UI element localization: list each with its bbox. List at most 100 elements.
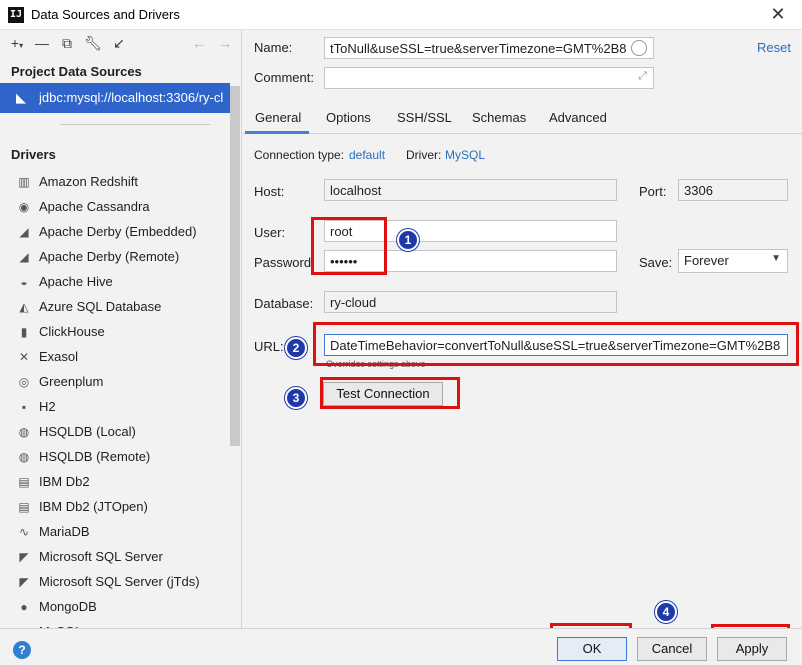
- color-picker-icon[interactable]: [631, 40, 647, 56]
- driver-item[interactable]: ∿ MariaDB: [0, 520, 230, 545]
- cancel-button[interactable]: Cancel: [637, 637, 707, 661]
- driver-label: H2: [39, 399, 56, 414]
- drivers-scrollbar[interactable]: [230, 86, 240, 446]
- data-source-label: jdbc:mysql://localhost:3306/ry-cl: [39, 90, 224, 105]
- url-label: URL:: [254, 339, 284, 354]
- driver-label: Greenplum: [39, 374, 104, 389]
- drivers-list: ▥ Amazon Redshift ◉ Apache Cassandra ◢ Apache…: [0, 170, 230, 640]
- derby-icon: ◢: [19, 225, 29, 239]
- database-field[interactable]: ry-cloud: [324, 291, 617, 313]
- apply-button[interactable]: Apply: [717, 637, 787, 661]
- tab-options[interactable]: Options: [326, 110, 371, 125]
- connection-type-link[interactable]: default: [349, 148, 385, 162]
- driver-label: Driver:: [406, 148, 442, 162]
- driver-item[interactable]: ◎ Greenplum: [0, 370, 230, 395]
- ok-button[interactable]: OK: [557, 637, 627, 661]
- connection-type-label: Connection type:: [254, 148, 345, 162]
- sqlserver-icon: ◤: [19, 550, 29, 564]
- save-select[interactable]: Forever ▼: [678, 249, 788, 273]
- driver-label: Microsoft SQL Server: [39, 549, 163, 564]
- driver-label: Azure SQL Database: [39, 299, 162, 314]
- driver-item[interactable]: ◭ Azure SQL Database: [0, 295, 230, 320]
- divider: [60, 124, 210, 125]
- add-icon[interactable]: +▾: [8, 34, 26, 52]
- driver-label: ClickHouse: [39, 324, 105, 339]
- name-label: Name:: [254, 40, 293, 55]
- redshift-icon: ▥: [18, 175, 30, 189]
- comment-label: Comment:: [254, 70, 314, 85]
- driver-label: IBM Db2: [39, 474, 90, 489]
- driver-item[interactable]: ▪ H2: [0, 395, 230, 420]
- host-field[interactable]: localhost: [324, 179, 617, 201]
- clickhouse-icon: ▮: [20, 325, 28, 339]
- db2-icon: ▤: [18, 500, 30, 514]
- forward-arrow-icon[interactable]: →: [216, 34, 234, 52]
- cassandra-icon: ◉: [18, 200, 30, 214]
- driver-item[interactable]: ◍ HSQLDB (Remote): [0, 445, 230, 470]
- remove-icon[interactable]: —: [33, 34, 51, 52]
- title-bar: IJ Data Sources and Drivers ✕: [0, 0, 802, 30]
- driver-item[interactable]: ▮ ClickHouse: [0, 320, 230, 345]
- tab-general[interactable]: General: [255, 110, 301, 125]
- driver-label: Apache Cassandra: [39, 199, 150, 214]
- tab-advanced[interactable]: Advanced: [549, 110, 607, 125]
- driver-label: MariaDB: [39, 524, 90, 539]
- name-field[interactable]: tToNull&useSSL=true&serverTimezone=GMT%2…: [324, 37, 654, 59]
- step-badge-3: 3: [285, 387, 307, 409]
- port-label: Port:: [639, 184, 667, 199]
- driver-label: IBM Db2 (JTOpen): [39, 499, 148, 514]
- host-label: Host:: [254, 184, 285, 199]
- help-icon[interactable]: ?: [13, 641, 31, 659]
- step-badge-1: 1: [397, 229, 419, 251]
- driver-item[interactable]: ◒ Apache Hive: [0, 270, 230, 295]
- driver-label: HSQLDB (Remote): [39, 449, 151, 464]
- driver-item[interactable]: ◤ Microsoft SQL Server (jTds): [0, 570, 230, 595]
- driver-label: Microsoft SQL Server (jTds): [39, 574, 200, 589]
- back-arrow-icon[interactable]: ←: [190, 34, 208, 52]
- mysql-dolphin-icon: ◣: [16, 90, 26, 105]
- hsqldb-icon: ◍: [18, 450, 30, 464]
- driver-item[interactable]: ◤ Microsoft SQL Server: [0, 545, 230, 570]
- step-badge-2: 2: [285, 337, 307, 359]
- driver-item[interactable]: ◍ HSQLDB (Local): [0, 420, 230, 445]
- driver-label: Exasol: [39, 349, 79, 364]
- duplicate-icon[interactable]: ⧉: [58, 34, 76, 52]
- port-field[interactable]: 3306: [678, 179, 788, 201]
- h2-icon: ▪: [21, 400, 27, 414]
- name-value: tToNull&useSSL=true&serverTimezone=GMT%2…: [330, 41, 627, 56]
- wrench-icon[interactable]: 🔧︎: [84, 34, 102, 52]
- import-icon[interactable]: ↙: [110, 34, 128, 52]
- left-panel: +▾ — ⧉ 🔧︎ ↙ ← → Project Data Sources ◣ j…: [0, 30, 242, 639]
- hive-icon: ◒: [20, 275, 28, 289]
- greenplum-icon: ◎: [18, 375, 30, 389]
- driver-item[interactable]: ▤ IBM Db2: [0, 470, 230, 495]
- driver-link[interactable]: MySQL: [445, 148, 485, 162]
- tab-schemas[interactable]: Schemas: [472, 110, 526, 125]
- driver-label: Amazon Redshift: [39, 174, 138, 189]
- tab-ssh-ssl[interactable]: SSH/SSL: [397, 110, 452, 125]
- password-label: Password:: [254, 255, 315, 270]
- driver-label: Apache Derby (Embedded): [39, 224, 197, 239]
- driver-item[interactable]: ◢ Apache Derby (Remote): [0, 245, 230, 270]
- driver-item[interactable]: ▥ Amazon Redshift: [0, 170, 230, 195]
- data-source-item[interactable]: ◣ jdbc:mysql://localhost:3306/ry-cl: [0, 83, 230, 113]
- driver-item[interactable]: ✕ Exasol: [0, 345, 230, 370]
- driver-item[interactable]: ▤ IBM Db2 (JTOpen): [0, 495, 230, 520]
- driver-label: Apache Hive: [39, 274, 113, 289]
- driver-label: Apache Derby (Remote): [39, 249, 180, 264]
- database-value: ry-cloud: [330, 295, 377, 310]
- project-data-sources-title: Project Data Sources: [11, 64, 142, 79]
- driver-label: HSQLDB (Local): [39, 424, 136, 439]
- azure-icon: ◭: [19, 300, 29, 314]
- driver-item[interactable]: ● MongoDB: [0, 595, 230, 620]
- derby-icon: ◢: [19, 250, 29, 264]
- chevron-down-icon: ▼: [771, 253, 781, 264]
- reset-link[interactable]: Reset: [757, 40, 791, 55]
- driver-label: MongoDB: [39, 599, 97, 614]
- expand-icon[interactable]: ⤢: [638, 70, 647, 83]
- db2-icon: ▤: [18, 475, 30, 489]
- close-icon[interactable]: ✕: [768, 3, 788, 25]
- comment-field[interactable]: ⤢: [324, 67, 654, 89]
- driver-item[interactable]: ◢ Apache Derby (Embedded): [0, 220, 230, 245]
- driver-item[interactable]: ◉ Apache Cassandra: [0, 195, 230, 220]
